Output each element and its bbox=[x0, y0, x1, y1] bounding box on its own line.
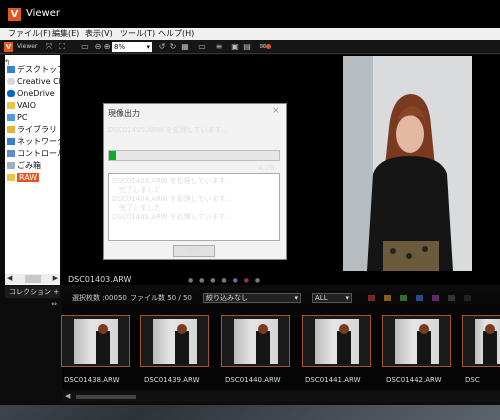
tree-item-vaio[interactable]: VAIO bbox=[7, 100, 60, 111]
scroll-thumb[interactable] bbox=[76, 395, 136, 399]
thumbnail[interactable] bbox=[61, 315, 130, 367]
expand-icon[interactable]: ⇔ bbox=[51, 298, 57, 310]
menu-bar: ファイル(F) 編集(E) 表示(V) ツール(T) ヘルプ(H) bbox=[0, 28, 500, 40]
panel-icon[interactable]: ▤ bbox=[242, 42, 252, 52]
tree-item-pc[interactable]: PC bbox=[7, 112, 60, 123]
progress-percent: 4.0% bbox=[258, 164, 276, 172]
scroll-right-icon[interactable]: ▶ bbox=[53, 274, 58, 282]
thumbnail[interactable] bbox=[221, 315, 290, 367]
label-orange-icon[interactable] bbox=[384, 295, 391, 301]
app-logo-icon: V bbox=[8, 8, 21, 21]
folder-tree-scrollbar[interactable]: ◀ ▶ bbox=[5, 274, 60, 284]
scroll-left-icon[interactable]: ◀ bbox=[7, 274, 12, 282]
dialog-message: DSC01405.ARW を処理しています... bbox=[108, 126, 229, 134]
page-indicator: ● ● ● ● ● ● ● bbox=[188, 277, 263, 284]
selected-count: 選択枚数 :00050 bbox=[72, 294, 127, 302]
cancel-button[interactable]: 中断 bbox=[173, 245, 215, 257]
title-bar bbox=[0, 0, 500, 28]
thumbnail[interactable] bbox=[382, 315, 451, 367]
recycle-bin-icon bbox=[7, 162, 15, 169]
rotate-left-icon[interactable]: ↺ bbox=[157, 42, 167, 52]
onedrive-icon bbox=[7, 90, 15, 97]
menu-help[interactable]: ヘルプ(H) bbox=[158, 28, 194, 40]
progress-fill bbox=[109, 151, 116, 160]
rotate-right-icon[interactable]: ↻ bbox=[168, 42, 178, 52]
thumbnail[interactable] bbox=[462, 315, 500, 367]
thumbnail-label: DSC01442.ARW bbox=[386, 376, 442, 384]
fullscreen-icon[interactable]: ⛶ bbox=[57, 42, 67, 52]
thumbnail-label: DSC01439.ARW bbox=[144, 376, 200, 384]
tree-item-network[interactable]: ネットワーク bbox=[7, 136, 60, 147]
toolbar-logo-icon: V bbox=[4, 42, 13, 52]
tree-item-onedrive[interactable]: OneDrive bbox=[7, 88, 60, 99]
menu-tools[interactable]: ツール(T) bbox=[120, 28, 155, 40]
label-green-icon[interactable] bbox=[400, 295, 407, 301]
info-icon[interactable]: ≡ bbox=[214, 42, 224, 52]
log-line: DSC01405.ARW を処理しています... bbox=[112, 213, 233, 221]
scroll-thumb[interactable] bbox=[25, 275, 41, 283]
close-icon[interactable]: × bbox=[272, 106, 280, 116]
zoom-in-icon[interactable]: ⊕ bbox=[102, 42, 112, 52]
tree-item-desktop[interactable]: デスクトップ bbox=[7, 64, 60, 75]
label-gray-icon[interactable] bbox=[448, 295, 455, 301]
notification-icon[interactable] bbox=[266, 44, 271, 49]
label-red-icon[interactable] bbox=[368, 295, 375, 301]
menu-file[interactable]: ファイル(F) bbox=[8, 28, 51, 40]
window-title: Viewer bbox=[26, 8, 60, 19]
toolbar-brand: Viewer bbox=[17, 43, 38, 50]
thumbnail[interactable] bbox=[302, 315, 371, 367]
folder-tree: ↰ デスクトップ Creative Cl OneDrive VAIO PC ライ… bbox=[4, 55, 60, 285]
cloud-icon bbox=[7, 78, 15, 85]
label-blue-icon[interactable] bbox=[416, 295, 423, 301]
tree-item-control-panel[interactable]: コントロール パ bbox=[7, 148, 60, 159]
zoom-select[interactable]: 8% ▾ bbox=[112, 42, 152, 52]
thumbnail-label: DSC01440.ARW bbox=[225, 376, 281, 384]
tree-item-creative-cloud[interactable]: Creative Cl bbox=[7, 76, 60, 87]
image-icon[interactable]: ▣ bbox=[230, 42, 240, 52]
tree-item-recycle-bin[interactable]: ごみ箱 bbox=[7, 160, 60, 171]
thumbnail-label: DSC bbox=[465, 376, 480, 384]
open-folder-icon[interactable]: ▭ bbox=[80, 42, 90, 52]
thumbnail[interactable] bbox=[140, 315, 209, 367]
tree-item-library[interactable]: ライブラリ bbox=[7, 124, 60, 135]
thumbnail-label: DSC01441.ARW bbox=[305, 376, 361, 384]
preview-image bbox=[343, 56, 472, 271]
file-count: ファイル数 50 / 50 bbox=[130, 294, 192, 302]
processing-log: DSC01403.ARW を処理しています... 完了しました DSC01404… bbox=[108, 173, 280, 241]
compare-icon[interactable]: ▭ bbox=[197, 42, 207, 52]
progress-bar bbox=[108, 150, 280, 161]
thumbnail-label: DSC01438.ARW bbox=[64, 376, 120, 384]
network-icon bbox=[7, 138, 15, 145]
tree-item-raw[interactable]: RAW bbox=[7, 172, 60, 183]
rating-select[interactable]: ALL ▾ bbox=[312, 293, 352, 303]
scroll-left-icon[interactable]: ◀ bbox=[65, 392, 70, 400]
label-purple-icon[interactable] bbox=[432, 295, 439, 301]
menu-edit[interactable]: 編集(E) bbox=[52, 28, 79, 40]
control-panel-icon bbox=[7, 150, 15, 157]
grid-icon[interactable]: ▦ bbox=[180, 42, 190, 52]
filmstrip-scrollbar[interactable]: ◀ bbox=[62, 392, 500, 402]
desktop-icon bbox=[7, 66, 15, 73]
fit-icon[interactable]: ⤧ bbox=[44, 42, 54, 52]
library-icon bbox=[7, 126, 15, 133]
current-filename: DSC01403.ARW bbox=[68, 275, 132, 284]
filter-select[interactable]: 絞り込みなし ▾ bbox=[203, 293, 301, 303]
pc-icon bbox=[7, 114, 15, 121]
collection-panel[interactable]: コレクション + ⇔ bbox=[5, 286, 60, 308]
label-none-icon[interactable] bbox=[464, 295, 471, 301]
folder-icon bbox=[7, 174, 15, 181]
toolbar: V Viewer ⤧ ⛶ ▭ ⊖ ⊕ 8% ▾ ↺ ↻ ▦ ▭ ≡ ▣ ▤ ✉ bbox=[0, 40, 500, 54]
menu-view[interactable]: 表示(V) bbox=[85, 28, 113, 40]
folder-icon bbox=[7, 102, 15, 109]
dialog-title: 現像出力 bbox=[108, 109, 140, 118]
